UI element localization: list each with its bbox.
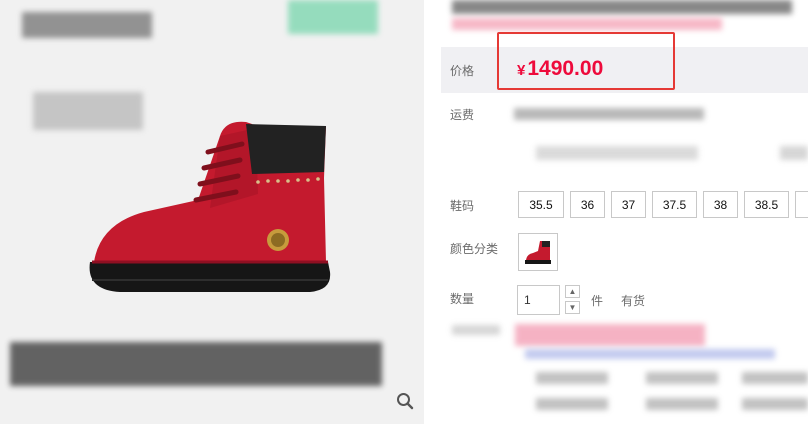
- blurred-caption: [10, 342, 382, 386]
- blurred-info-1: [536, 372, 608, 384]
- blurred-promo-2: [780, 146, 808, 160]
- blurred-info-4: [536, 398, 608, 410]
- size-option[interactable]: 35.5: [518, 191, 564, 218]
- blurred-title: [22, 12, 152, 38]
- size-label: 鞋码: [450, 199, 475, 213]
- currency-symbol: ¥: [517, 62, 526, 79]
- blurred-service-tags: [525, 349, 775, 359]
- price-amount: 1490.00: [527, 57, 604, 80]
- quantity-label: 数量: [450, 292, 475, 306]
- red-boot-image: [89, 121, 331, 292]
- size-option[interactable]: 38: [703, 191, 738, 218]
- blurred-label: [452, 325, 500, 335]
- stock-status: 有货: [621, 294, 646, 308]
- blurred-info-6: [742, 398, 808, 410]
- size-option[interactable]: 37: [611, 191, 646, 218]
- zoom-button[interactable]: [392, 388, 418, 414]
- product-gallery: [0, 0, 424, 424]
- price-value: ¥1490.00: [517, 57, 603, 81]
- chevron-down-icon: ▼: [568, 303, 577, 312]
- blurred-buy-button: [515, 324, 705, 346]
- price-label: 价格: [450, 64, 475, 78]
- color-label: 颜色分类: [450, 242, 499, 256]
- quantity-input[interactable]: [517, 285, 560, 315]
- shipping-label: 运费: [450, 108, 475, 122]
- quantity-unit: 件: [591, 294, 604, 308]
- quantity-increase-button[interactable]: ▲: [565, 285, 580, 298]
- blurred-shipping-info: [514, 108, 704, 120]
- blurred-info-3: [742, 372, 808, 384]
- size-option[interactable]: 38.5: [744, 191, 789, 218]
- blurred-promo: [536, 146, 698, 160]
- size-option[interactable]: 37.5: [652, 191, 697, 218]
- red-boot-thumbnail-icon: [525, 241, 551, 264]
- color-swatch-red[interactable]: [518, 233, 558, 271]
- blurred-info-5: [646, 398, 718, 410]
- blurred-badge: [288, 0, 378, 34]
- size-option-overflow[interactable]: [795, 191, 808, 218]
- blurred-subtitle: [452, 18, 722, 30]
- quantity-decrease-button[interactable]: ▼: [565, 301, 580, 314]
- magnifier-icon: [397, 393, 414, 410]
- chevron-up-icon: ▲: [568, 287, 577, 296]
- size-option[interactable]: 36: [570, 191, 605, 218]
- blurred-product-title: [452, 0, 792, 14]
- blurred-info-2: [646, 372, 718, 384]
